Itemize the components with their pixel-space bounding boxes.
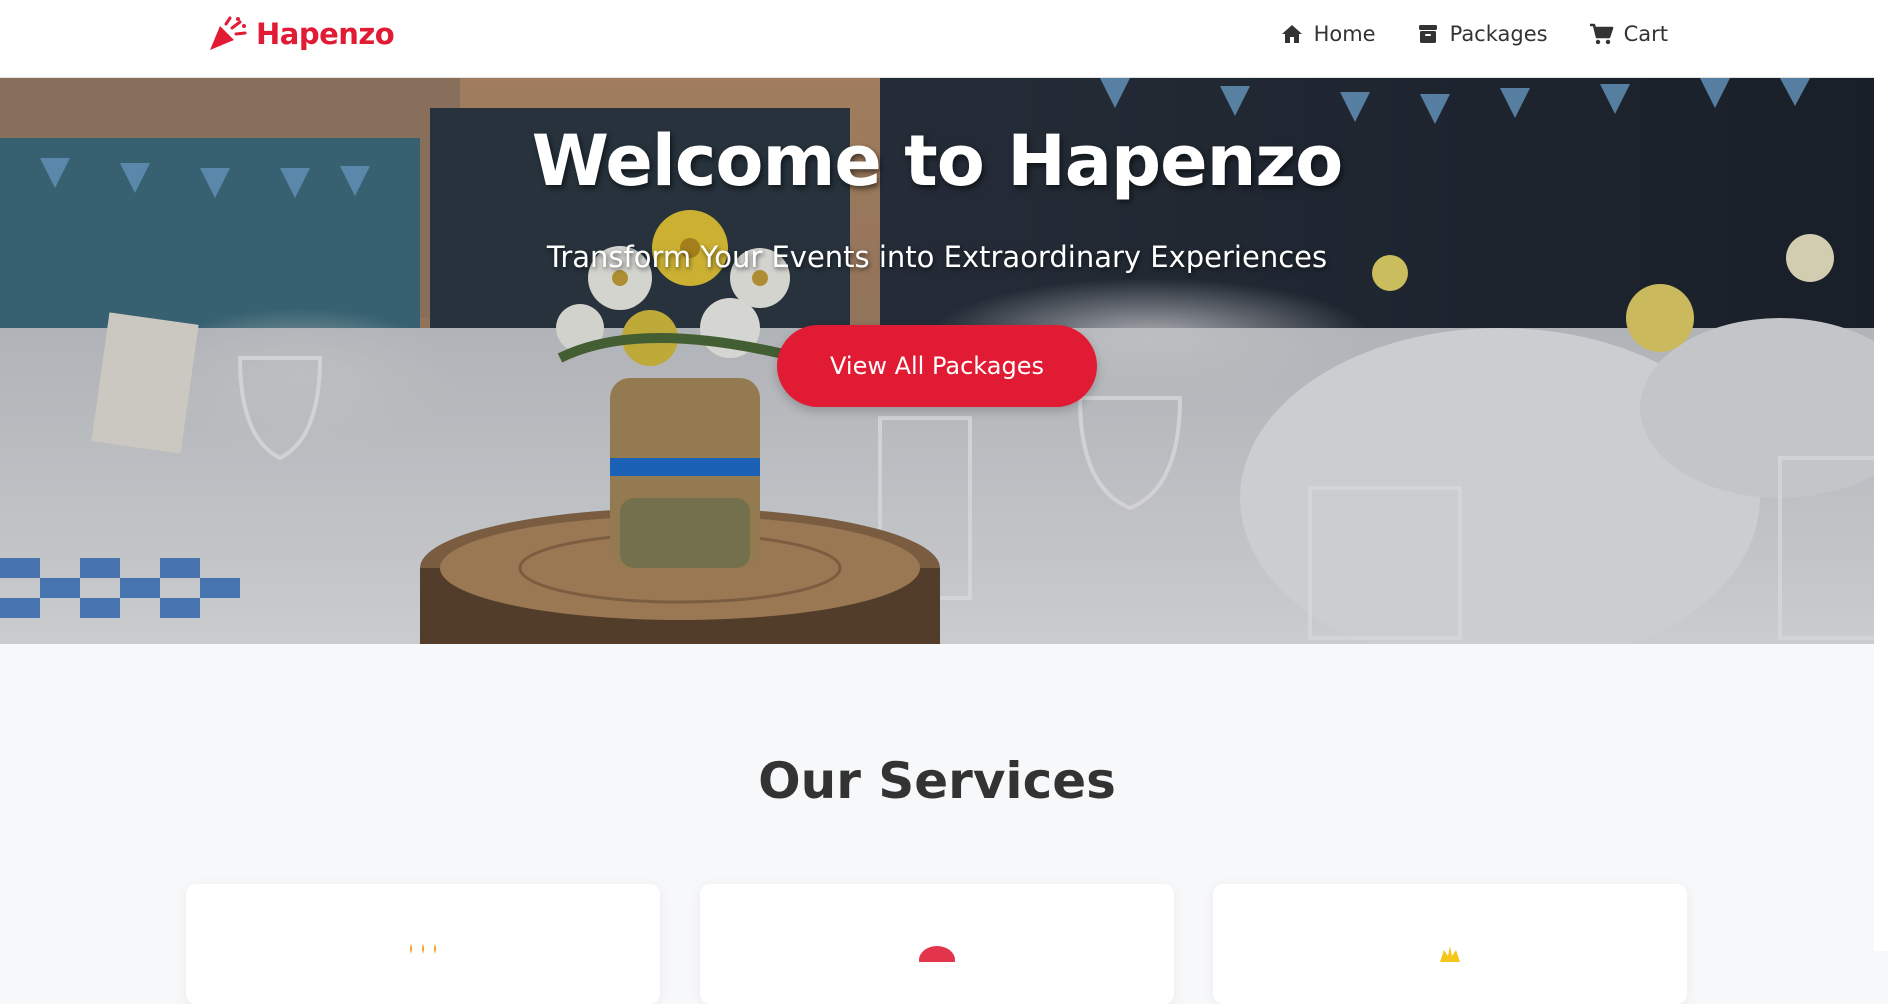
home-icon (1280, 23, 1304, 45)
cart-icon (1588, 22, 1614, 46)
nav-packages[interactable]: Packages (1416, 18, 1548, 50)
brand-name: Hapenzo (256, 17, 395, 51)
nav-cart[interactable]: Cart (1588, 18, 1668, 50)
brand-logo-link[interactable]: Hapenzo (208, 14, 395, 54)
service-card-1[interactable] (186, 884, 660, 1004)
scrollbar-gutter (1874, 0, 1888, 951)
nav-cart-label: Cart (1623, 22, 1668, 46)
crown-icon (1430, 942, 1470, 962)
services-title: Our Services (758, 752, 1116, 810)
birthday-cake-icon (403, 942, 443, 962)
nav-home-label: Home (1313, 22, 1376, 46)
service-card-3[interactable] (1213, 884, 1687, 1004)
balloon-icon (917, 942, 957, 962)
party-popper-icon (208, 16, 248, 52)
nav-packages-label: Packages (1449, 22, 1548, 46)
nav-home[interactable]: Home (1280, 18, 1376, 50)
hero-subtitle: Transform Your Events into Extraordinary… (546, 240, 1328, 274)
hero-title: Welcome to Hapenzo (531, 120, 1344, 202)
navbar: Hapenzo Home Packages Cart (0, 0, 1888, 78)
hero-section: Welcome to Hapenzo Transform Your Events… (0, 78, 1888, 644)
view-all-packages-button[interactable]: View All Packages (777, 325, 1097, 407)
service-card-2[interactable] (700, 884, 1174, 1004)
archive-box-icon (1416, 22, 1440, 46)
main-nav: Home Packages Cart (1280, 18, 1668, 50)
services-section: Our Services (0, 644, 1888, 1004)
